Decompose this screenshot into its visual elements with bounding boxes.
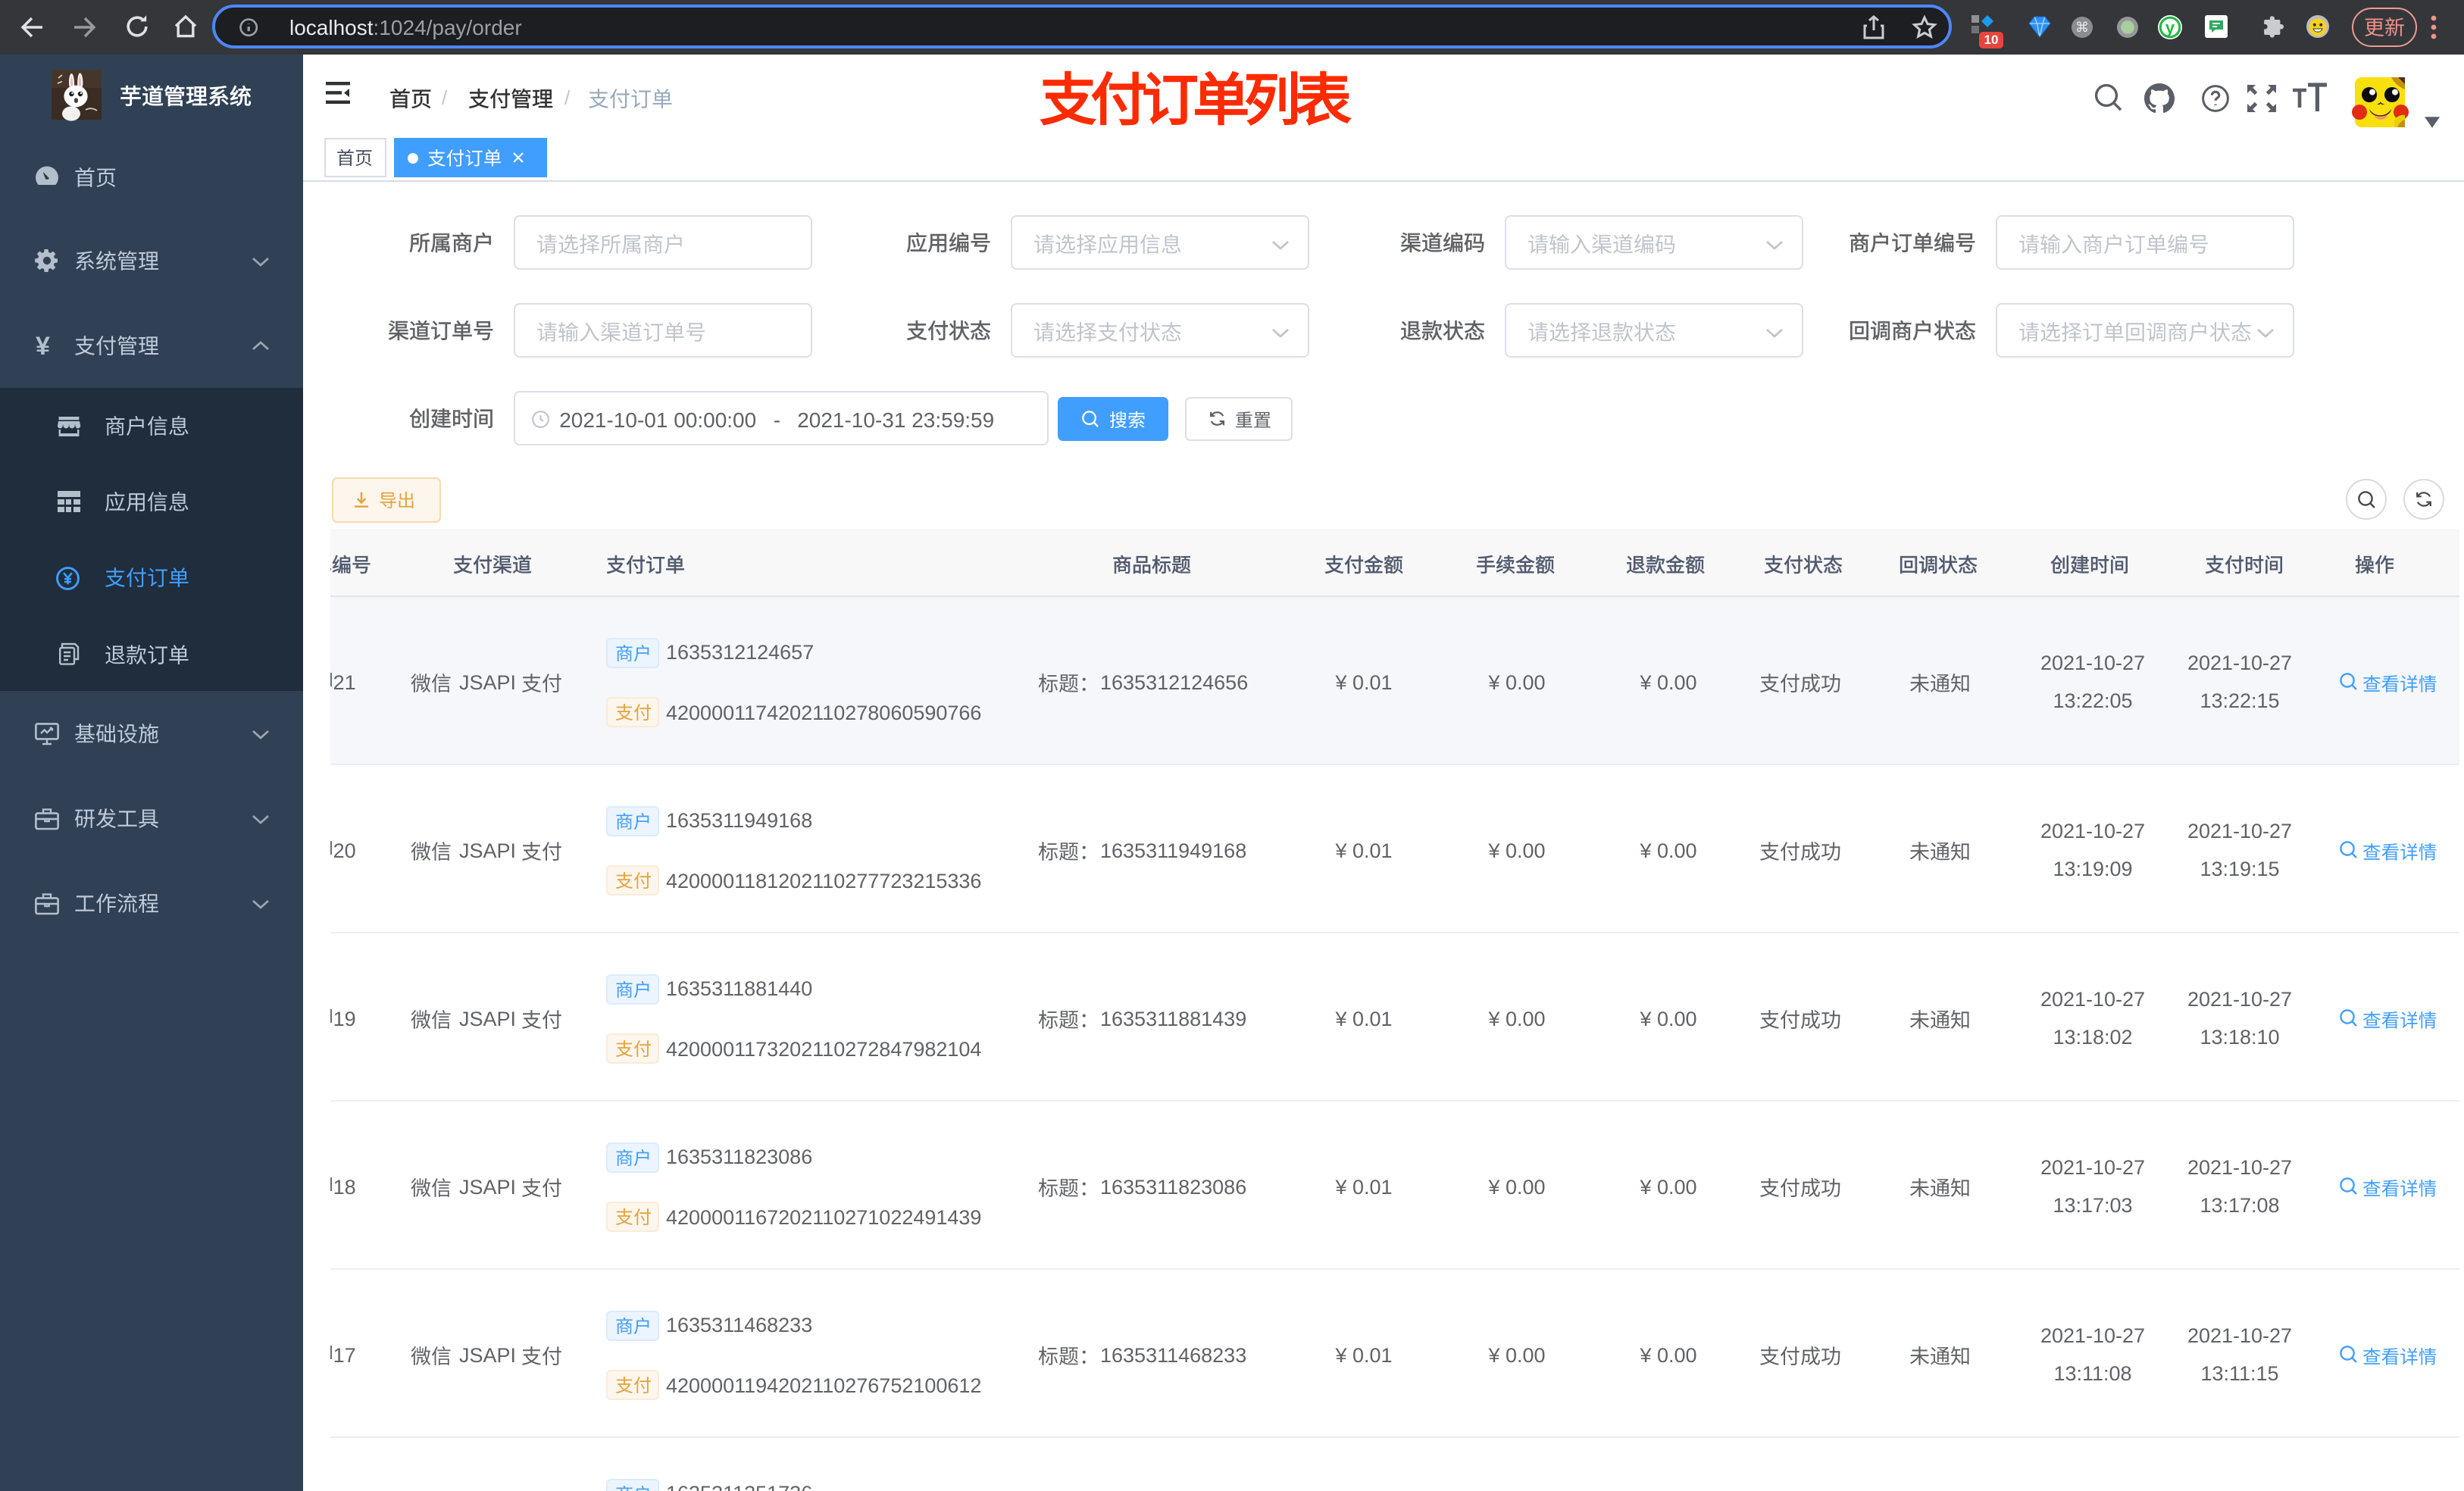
svg-text:y: y xyxy=(2165,17,2175,36)
svg-text:⌘: ⌘ xyxy=(2075,19,2088,34)
